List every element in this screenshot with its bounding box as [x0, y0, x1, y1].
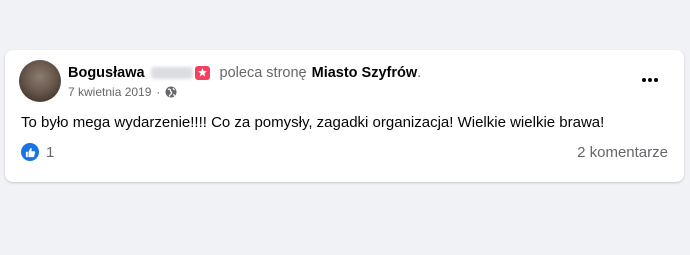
author-surname-blurred — [150, 67, 193, 79]
author-name[interactable]: Bogusława — [68, 65, 145, 81]
post-card: Bogusława poleca stronę Miasto Szyfrów .… — [5, 50, 684, 182]
comments-count-link[interactable]: 2 komentarze — [577, 144, 668, 161]
reaction-count: 1 — [46, 143, 55, 161]
header-period: . — [417, 65, 422, 81]
more-dot-icon — [641, 78, 646, 82]
avatar[interactable] — [19, 60, 61, 102]
like-icon — [21, 143, 39, 161]
globe-icon — [165, 86, 177, 98]
more-options-button[interactable] — [638, 70, 662, 90]
more-dot-icon — [654, 78, 659, 82]
post-header: Bogusława poleca stronę Miasto Szyfrów . — [68, 64, 421, 82]
post-meta: 7 kwietnia 2019 · — [68, 85, 177, 99]
reactions-summary[interactable]: 1 — [21, 143, 54, 161]
recommend-verb: poleca stronę — [219, 65, 307, 81]
recommend-star-icon — [194, 66, 210, 80]
meta-separator: · — [156, 85, 161, 99]
post-text: To było mega wydarzenie!!!! Co za pomysł… — [21, 114, 605, 131]
post-date[interactable]: 7 kwietnia 2019 — [68, 85, 151, 99]
more-dot-icon — [648, 78, 652, 82]
page-name-link[interactable]: Miasto Szyfrów — [312, 65, 418, 81]
